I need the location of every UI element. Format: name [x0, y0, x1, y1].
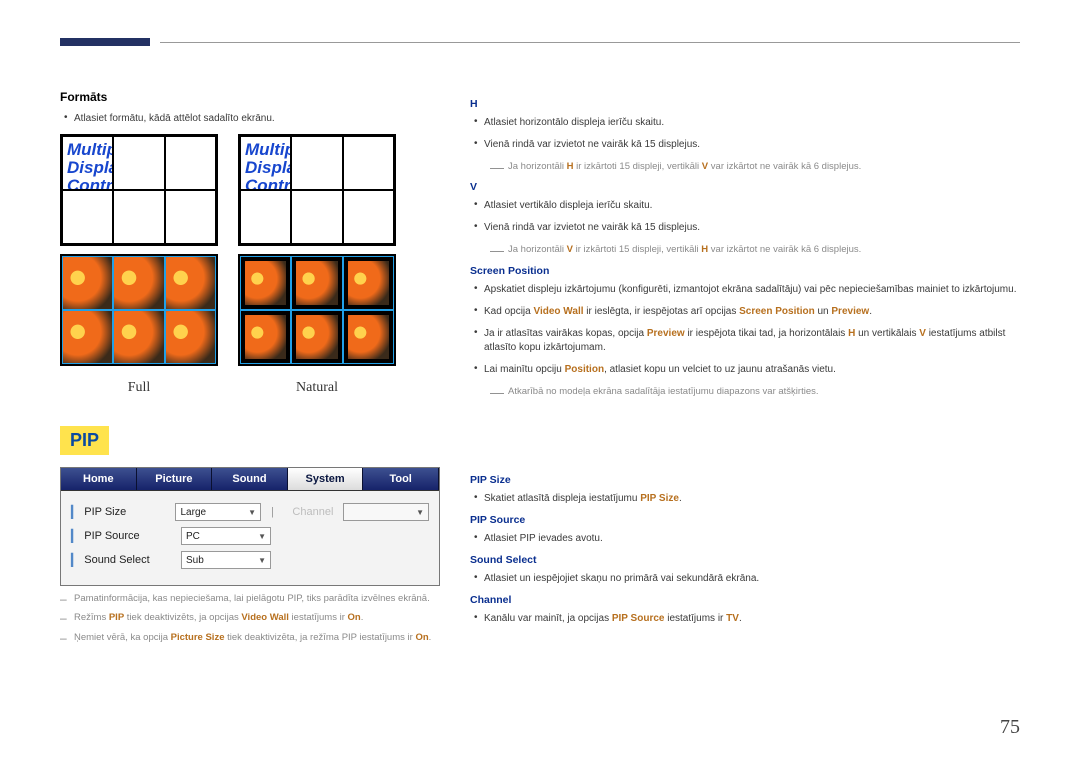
h-heading: H	[470, 98, 1020, 110]
formats-heading: Formāts	[60, 90, 440, 104]
sp-bullet-2: Kad opcija Video Wall ir ieslēgta, ir ie…	[470, 305, 1020, 319]
sp-bullet-3: Ja ir atlasītas vairākas kopas, opcija P…	[470, 327, 1020, 355]
v-bullet-2: Vienā rindā var izvietot ne vairāk kā 15…	[470, 221, 1020, 235]
formats-bullet: Atlasiet formātu, kādā attēlot sadalīto …	[60, 112, 440, 126]
pip-size-heading: PIP Size	[470, 474, 1020, 486]
sp-bullet-1: Apskatiet displeju izkārtojumu (konfigur…	[470, 283, 1020, 297]
tab-tool[interactable]: Tool	[363, 468, 439, 490]
grid-natural-text: MultipleDisplayControl	[238, 134, 396, 246]
chevron-down-icon: ▼	[258, 532, 266, 541]
tab-system[interactable]: System	[288, 468, 364, 490]
pip-badge: PIP	[60, 426, 109, 455]
grid-full-image	[60, 254, 218, 366]
chevron-down-icon: ▼	[248, 508, 256, 517]
tab-home[interactable]: Home	[61, 468, 137, 490]
pip-sound-label: Sound Select	[71, 553, 171, 567]
pip-note-deact: Režīms PIP tiek deaktivizēts, ja opcijas…	[60, 611, 440, 624]
pip-source-value: PC	[186, 531, 200, 542]
sp-bullet-4: Lai mainītu opciju Position, atlasiet ko…	[470, 363, 1020, 377]
tab-sound[interactable]: Sound	[212, 468, 288, 490]
pip-sound-select[interactable]: Sub ▼	[181, 551, 271, 569]
grid-text-row: MultipleDisplayControl MultipleDisplayCo…	[60, 134, 440, 246]
v-heading: V	[470, 181, 1020, 193]
pip-source-bullet: Atlasiet PIP ievades avotu.	[470, 532, 1020, 546]
grid-word: Control	[245, 176, 291, 190]
grid-word: Multiple	[67, 140, 113, 159]
pip-sound-value: Sub	[186, 555, 204, 566]
pip-size-value: Large	[180, 507, 206, 518]
pip-row-source: PIP Source PC ▼	[71, 527, 429, 545]
pip-note-basic: Pamatinformācija, kas nepieciešama, lai …	[60, 592, 440, 605]
caption-natural: Natural	[238, 380, 396, 396]
sp-note: Atkarībā no modeļa ekrāna sadalītāja ies…	[490, 385, 1020, 398]
caption-full: Full	[60, 380, 218, 396]
tab-picture[interactable]: Picture	[137, 468, 213, 490]
right-column: H Atlasiet horizontālo displeja ierīču s…	[470, 90, 1020, 648]
pip-row-sound: Sound Select Sub ▼	[71, 551, 429, 569]
chevron-down-icon: ▼	[258, 556, 266, 565]
pip-source-label: PIP Source	[71, 529, 171, 543]
pip-source-select[interactable]: PC ▼	[181, 527, 271, 545]
h-note: Ja horizontāli H ir izkārtoti 15 displej…	[490, 160, 1020, 173]
pip-note-picsize: Ņemiet vērā, ka opcija Picture Size tiek…	[60, 631, 440, 644]
grid-word: Display	[67, 158, 113, 177]
pip-size-label: PIP Size	[71, 505, 165, 519]
page-number: 75	[1000, 716, 1020, 739]
grid-full-text: MultipleDisplayControl	[60, 134, 218, 246]
channel-heading: Channel	[470, 594, 1020, 606]
pip-channel-select: ▼	[343, 503, 429, 521]
grid-word: Multiple	[245, 140, 291, 159]
v-note: Ja horizontāli V ir izkārtoti 15 displej…	[490, 243, 1020, 256]
h-bullet-2: Vienā rindā var izvietot ne vairāk kā 15…	[470, 138, 1020, 152]
grid-word: Control	[67, 176, 113, 190]
h-bullet-1: Atlasiet horizontālo displeja ierīču ska…	[470, 116, 1020, 130]
pip-size-select[interactable]: Large ▼	[175, 503, 261, 521]
header-accent	[60, 38, 150, 46]
pip-panel: Home Picture Sound System Tool PIP Size …	[60, 467, 440, 586]
chevron-down-icon: ▼	[416, 508, 424, 517]
grid-natural-image	[238, 254, 396, 366]
grid-word: Display	[245, 158, 291, 177]
channel-bullet: Kanālu var mainīt, ja opcijas PIP Source…	[470, 612, 1020, 626]
left-column: Formāts Atlasiet formātu, kādā attēlot s…	[60, 90, 440, 648]
pip-source-heading: PIP Source	[470, 514, 1020, 526]
header-rule	[160, 42, 1020, 43]
pip-tabs: Home Picture Sound System Tool	[61, 468, 439, 491]
grid-image-row	[60, 254, 440, 366]
v-bullet-1: Atlasiet vertikālo displeja ierīču skait…	[470, 199, 1020, 213]
pip-size-bullet: Skatiet atlasītā displeja iestatījumu PI…	[470, 492, 1020, 506]
sp-heading: Screen Position	[470, 265, 1020, 277]
pip-channel-label: Channel	[292, 506, 333, 518]
sound-select-bullet: Atlasiet un iespējojiet skaņu no primārā…	[470, 572, 1020, 586]
sound-select-heading: Sound Select	[470, 554, 1020, 566]
pip-row-size: PIP Size Large▼ | Channel ▼	[71, 503, 429, 521]
